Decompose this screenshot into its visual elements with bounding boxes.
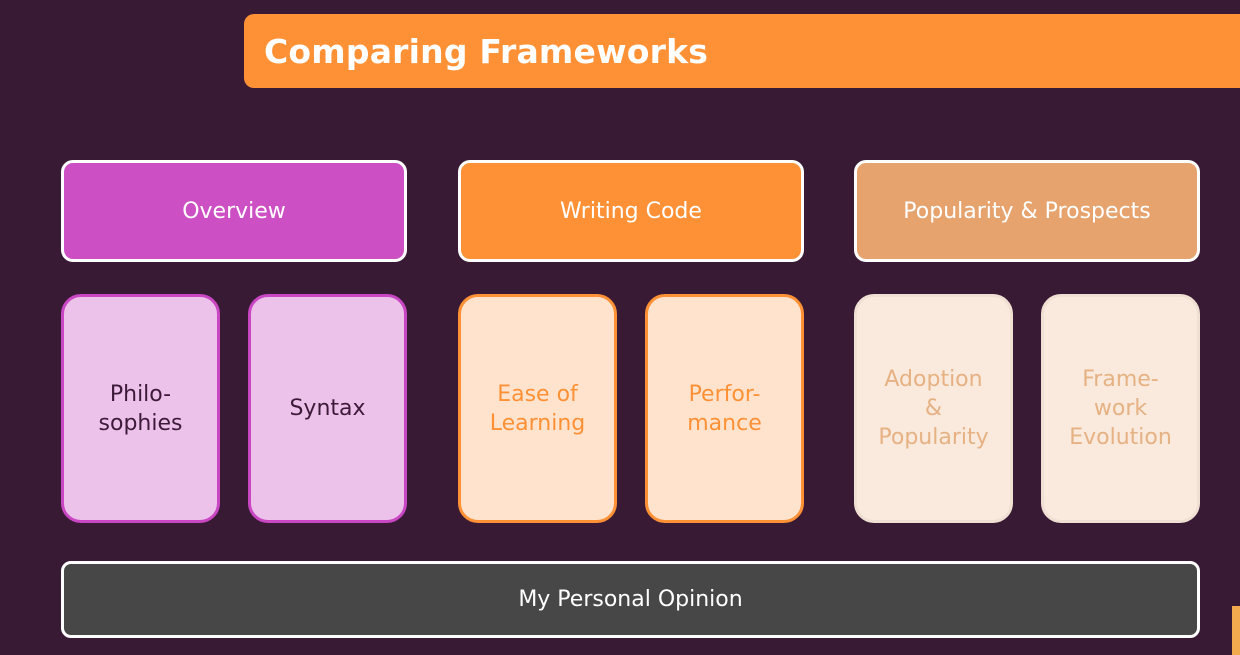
section-overview-header: Overview <box>61 160 407 262</box>
topic-ease-of-learning: Ease of Learning <box>458 294 617 523</box>
topic-framework-evolution: Frame- work Evolution <box>1041 294 1200 523</box>
topic-syntax: Syntax <box>248 294 407 523</box>
topic-performance: Perfor- mance <box>645 294 804 523</box>
topic-label: Adoption & Popularity <box>878 367 989 450</box>
page-title: Comparing Frameworks <box>264 31 709 71</box>
topic-label: Syntax <box>289 396 366 421</box>
topic-adoption-popularity: Adoption & Popularity <box>854 294 1013 523</box>
personal-opinion-box: My Personal Opinion <box>61 561 1200 638</box>
section-header-label: Popularity & Prospects <box>903 198 1151 224</box>
corner-logo-fragment <box>1232 606 1240 655</box>
personal-opinion-label: My Personal Opinion <box>518 587 743 612</box>
topic-label: Perfor- mance <box>687 381 762 436</box>
topic-label: Ease of Learning <box>489 381 586 436</box>
section-header-label: Writing Code <box>560 198 702 224</box>
topic-philosophies: Philo- sophies <box>61 294 220 523</box>
section-header-label: Overview <box>182 198 286 224</box>
section-popularity-prospects-header: Popularity & Prospects <box>854 160 1200 262</box>
topic-label: Philo- sophies <box>98 381 183 436</box>
title-bar: Comparing Frameworks <box>244 14 1240 88</box>
section-writing-code-header: Writing Code <box>458 160 804 262</box>
topic-label: Frame- work Evolution <box>1069 367 1172 450</box>
